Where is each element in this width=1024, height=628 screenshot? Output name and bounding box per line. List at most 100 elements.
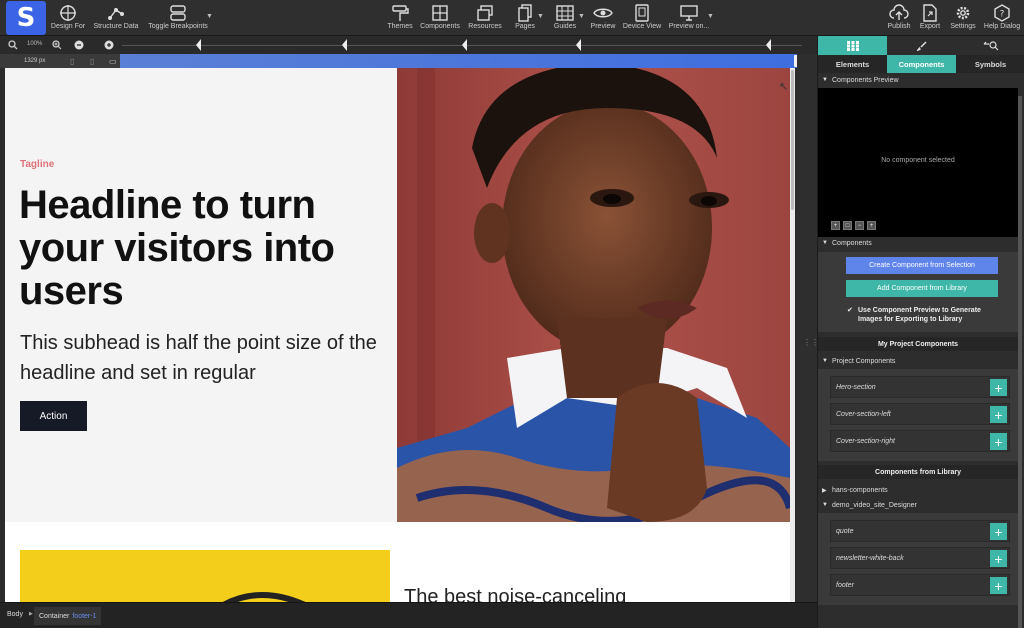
folders-icon	[477, 5, 493, 21]
tab-grid[interactable]	[818, 36, 887, 55]
portrait-photo	[397, 68, 790, 522]
chevron-down-icon: ▼	[822, 358, 828, 364]
preview-button[interactable]: Preview	[590, 0, 616, 36]
width-ruler[interactable]	[120, 54, 797, 68]
library-demo-header[interactable]: ▼ demo_video_site_Designer	[818, 499, 1024, 511]
list-item[interactable]: Hero-section +	[830, 376, 1010, 398]
search-icon[interactable]	[7, 39, 19, 51]
checkbox-preview-images[interactable]: ✔	[847, 306, 855, 314]
subtab-elements[interactable]: Elements	[818, 55, 887, 73]
breadcrumb-container[interactable]: Container footer-1	[34, 607, 102, 625]
hero-section[interactable]: Tagline Headline to turn your visitors i…	[5, 68, 397, 522]
create-component-button[interactable]: Create Component from Selection	[846, 257, 998, 274]
pages-icon	[518, 4, 532, 22]
add-icon[interactable]: +	[990, 550, 1007, 567]
breakpoint-marker[interactable]	[766, 39, 771, 51]
breakpoint-marker[interactable]	[196, 39, 201, 51]
preview-reset-icon[interactable]: +	[867, 221, 876, 230]
zoom-bar: 100%	[0, 36, 817, 54]
zoom-in-icon[interactable]	[51, 39, 63, 51]
add-icon[interactable]: +	[990, 406, 1007, 423]
publish-label: Publish	[887, 23, 911, 30]
cloud-upload-icon	[889, 4, 909, 20]
project-components-title: Project Components	[832, 357, 896, 365]
components-preview-header[interactable]: ▼ Components Preview	[818, 74, 1024, 86]
help-dialog-button[interactable]: ? Help Dialog	[984, 0, 1020, 36]
list-item[interactable]: quote +	[830, 520, 1010, 542]
component-name: Cover-section-right	[836, 438, 896, 445]
components-button[interactable]: Components	[420, 0, 460, 36]
chevron-down-icon[interactable]: ▼	[206, 13, 213, 20]
design-canvas[interactable]: Tagline Headline to turn your visitors i…	[5, 68, 795, 602]
desktop-icon[interactable]: ▭	[109, 57, 117, 66]
settings-button[interactable]: Settings	[950, 0, 976, 36]
settings-label: Settings	[950, 23, 976, 30]
hero-action-button[interactable]: Action	[20, 401, 87, 431]
chevron-down-icon[interactable]: ▼	[537, 13, 544, 20]
preview-on-button[interactable]: Preview on...	[669, 0, 709, 36]
device-view-button[interactable]: Device View	[622, 0, 662, 36]
components-from-library-header: Components from Library	[818, 465, 1018, 479]
breakpoint-marker[interactable]	[576, 39, 581, 51]
panel-scroll-thumb[interactable]	[1018, 96, 1022, 628]
device-view-label: Device View	[622, 23, 662, 30]
add-icon[interactable]: +	[990, 433, 1007, 450]
hero-subhead[interactable]: This subhead is half the point size of t…	[20, 328, 380, 388]
library-hans-header[interactable]: ▶ hans-components	[818, 484, 1024, 496]
breakpoint-marker[interactable]	[462, 39, 467, 51]
tab-style[interactable]	[887, 36, 956, 55]
add-icon[interactable]: +	[990, 577, 1007, 594]
product-heading[interactable]: The best noise-canceling	[404, 586, 626, 602]
paint-roller-icon	[392, 5, 409, 21]
preview-zoom-in-icon[interactable]: +	[831, 221, 840, 230]
chevron-down-icon[interactable]: ▼	[578, 13, 585, 20]
phone-icon[interactable]: ▯	[70, 57, 74, 66]
panel-divider[interactable]	[797, 54, 817, 602]
resources-button[interactable]: Resources	[468, 0, 502, 36]
pages-button[interactable]: Pages	[513, 0, 537, 36]
chevron-right-icon: ▶	[29, 611, 33, 617]
add-component-library-button[interactable]: Add Component from Library	[846, 280, 998, 297]
svg-text:?: ?	[1000, 10, 1005, 20]
preview-zoom-out-icon[interactable]: −	[855, 221, 864, 230]
project-components-header[interactable]: ▼ Project Components	[818, 355, 1024, 367]
subtab-symbols[interactable]: Symbols	[956, 55, 1024, 73]
monitor-icon	[680, 5, 698, 21]
grid-icon	[846, 40, 859, 51]
hero-headline[interactable]: Headline to turn your visitors into user…	[19, 184, 389, 313]
add-icon[interactable]: +	[990, 379, 1007, 396]
my-project-components-header: My Project Components	[818, 337, 1018, 351]
tab-search[interactable]	[956, 36, 1024, 55]
app-logo[interactable]: S	[6, 1, 46, 35]
publish-button[interactable]: Publish	[886, 0, 912, 36]
hero-tagline[interactable]: Tagline	[20, 159, 54, 170]
breakpoint-marker[interactable]	[342, 39, 347, 51]
preview-fit-icon[interactable]: □	[843, 221, 852, 230]
chevron-down-icon[interactable]: ▼	[707, 13, 714, 20]
themes-button[interactable]: Themes	[387, 0, 413, 36]
list-item[interactable]: Cover-section-left +	[830, 403, 1010, 425]
tablet-icon[interactable]: ▯	[90, 57, 94, 66]
add-icon[interactable]: +	[990, 523, 1007, 540]
no-component-message: No component selected	[881, 157, 955, 164]
export-file-icon	[923, 4, 937, 22]
list-item[interactable]: footer +	[830, 574, 1010, 596]
structure-data-button[interactable]: Structure Data	[93, 0, 139, 36]
export-button[interactable]: Export	[918, 0, 942, 36]
guides-button[interactable]: Guides	[553, 0, 577, 36]
hero-image[interactable]	[397, 68, 790, 522]
add-breakpoint-icon[interactable]	[103, 39, 115, 51]
panel-scrollbar[interactable]	[1018, 96, 1022, 628]
component-name: Hero-section	[836, 384, 876, 391]
breadcrumb-body[interactable]: Body	[7, 611, 23, 618]
product-image[interactable]	[20, 550, 390, 602]
library-hans-title: hans-components	[832, 486, 888, 494]
toggle-breakpoints-button[interactable]: Toggle Breakpoints	[148, 0, 208, 36]
list-item[interactable]: Cover-section-right +	[830, 430, 1010, 452]
design-for-button[interactable]: Design For	[51, 0, 85, 36]
list-item[interactable]: newsletter-white-back +	[830, 547, 1010, 569]
components-section-header[interactable]: ▼ Components	[818, 237, 1024, 249]
subtab-components[interactable]: Components	[887, 55, 956, 73]
zoom-out-icon[interactable]	[73, 39, 85, 51]
canvas-scroll-thumb[interactable]	[791, 70, 794, 210]
